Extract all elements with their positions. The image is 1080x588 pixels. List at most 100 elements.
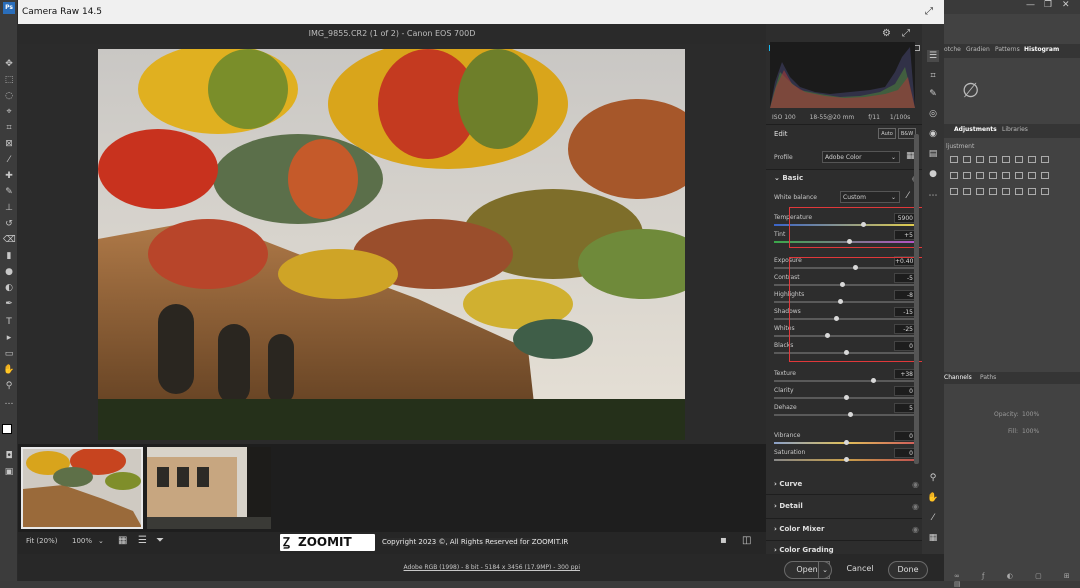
profile-select[interactable]: Adobe Color ⌄ (822, 151, 900, 163)
adjustment-layer-icon[interactable] (989, 156, 997, 163)
masking-icon[interactable]: ◎ (927, 108, 939, 120)
tab-gradients[interactable]: Gradien (966, 44, 990, 56)
blur-tool-icon[interactable]: ● (3, 266, 15, 278)
zoom-percent-select[interactable]: 100% (72, 537, 92, 545)
hand-icon[interactable]: ✋ (927, 492, 939, 504)
slider-handle[interactable] (871, 378, 877, 383)
curve-section-header[interactable]: › Curve (774, 480, 802, 488)
adjustment-layer-icon[interactable] (1028, 172, 1036, 179)
auto-button[interactable]: Auto (878, 128, 896, 139)
adjustment-layer-icon[interactable] (963, 172, 971, 179)
crop-tool-icon[interactable]: ⌗ (3, 122, 15, 134)
color-sampler-icon[interactable]: ⁄ (927, 512, 939, 524)
slider-handle[interactable] (844, 457, 849, 462)
snapshots-icon[interactable]: ▤ (927, 148, 939, 160)
healing-icon[interactable]: ✎ (927, 88, 939, 100)
basic-section-header[interactable]: ⌄ Basic (774, 174, 803, 182)
preview-area[interactable] (18, 44, 766, 444)
adjustment-layer-icon[interactable] (976, 188, 984, 195)
slider-track[interactable] (774, 380, 918, 382)
done-button[interactable]: Done (888, 561, 928, 579)
tab-channels[interactable]: Channels (944, 372, 972, 384)
adjustment-layer-icon[interactable] (1028, 188, 1036, 195)
close-icon[interactable]: ✕ (1062, 0, 1070, 10)
adjustment-layer-icon[interactable] (976, 156, 984, 163)
marquee-tool-icon[interactable]: ⬚ (3, 74, 15, 86)
filmstrip-icon[interactable]: ▦ (118, 535, 127, 546)
slider-value-field[interactable]: +38 (894, 369, 916, 379)
type-tool-icon[interactable]: T (3, 316, 15, 328)
slider-handle[interactable] (844, 395, 849, 400)
adjustment-layer-icon[interactable] (989, 188, 997, 195)
quick-select-icon[interactable]: ⌖ (3, 106, 15, 118)
layer-footer-icons[interactable]: ∞ ƒ ◐ ▢ ⊞ ▤ (944, 572, 1080, 588)
detail-section-header[interactable]: › Detail (774, 502, 803, 510)
adjustment-layer-icon[interactable] (1002, 188, 1010, 195)
slider-value-field[interactable]: 0 (894, 448, 916, 458)
brush-tool-icon[interactable]: ✎ (3, 186, 15, 198)
dodge-tool-icon[interactable]: ◐ (3, 282, 15, 294)
adjustment-layer-icon[interactable] (963, 188, 971, 195)
fullscreen-icon[interactable]: ⤢ (902, 28, 910, 39)
tab-patterns[interactable]: Patterns (995, 44, 1020, 56)
slider-handle[interactable] (844, 440, 849, 445)
more-tools-icon[interactable]: … (3, 396, 15, 408)
zoom-icon[interactable]: ⚲ (927, 472, 939, 484)
white-balance-select[interactable]: Custom ⌄ (840, 191, 900, 203)
screen-mode-icon[interactable]: ▣ (3, 466, 15, 478)
adjustment-layer-icon[interactable] (950, 156, 958, 163)
eyedropper-tool-icon[interactable]: ⁄ (3, 154, 15, 166)
slider-handle[interactable] (848, 412, 854, 417)
adjustment-layer-icon[interactable] (950, 172, 958, 179)
shape-tool-icon[interactable]: ▭ (3, 348, 15, 360)
adjustment-layer-icon[interactable] (1041, 188, 1049, 195)
fill-value[interactable]: 100% (1022, 428, 1039, 435)
adjustment-layer-icon[interactable] (1041, 172, 1049, 179)
foreground-color-swatch[interactable] (2, 424, 12, 434)
slider-track[interactable] (774, 414, 918, 416)
opacity-value[interactable]: 100% (1022, 411, 1039, 418)
split-view-icon[interactable]: ◫ (742, 535, 751, 546)
tab-swatches[interactable]: otche (944, 44, 961, 56)
path-select-icon[interactable]: ▸ (3, 332, 15, 344)
minimize-icon[interactable]: — (1026, 0, 1035, 10)
visibility-eye-icon[interactable]: ◉ (912, 525, 919, 534)
panel-scrollbar[interactable] (914, 134, 919, 464)
history-brush-icon[interactable]: ↺ (3, 218, 15, 230)
color-mixer-section-header[interactable]: › Color Mixer (774, 525, 824, 533)
adjustment-layer-icon[interactable] (1002, 156, 1010, 163)
adjustment-layer-icon[interactable] (950, 188, 958, 195)
stamp-tool-icon[interactable]: ⊥ (3, 202, 15, 214)
adjustment-layer-icon[interactable] (1041, 156, 1049, 163)
maximize-icon[interactable]: ⤢ (914, 0, 944, 24)
hand-tool-icon[interactable]: ✋ (3, 364, 15, 376)
edit-sliders-icon[interactable]: ☰ (927, 50, 939, 62)
adjustment-layer-icon[interactable] (963, 156, 971, 163)
quick-mask-icon[interactable]: ◘ (3, 450, 15, 462)
visibility-eye-icon[interactable]: ◉ (912, 480, 919, 489)
color-grading-section-header[interactable]: › Color Grading (774, 546, 834, 554)
adjustment-layer-icon[interactable] (1015, 156, 1023, 163)
frame-tool-icon[interactable]: ⊠ (3, 138, 15, 150)
healing-tool-icon[interactable]: ✚ (3, 170, 15, 182)
pen-tool-icon[interactable]: ✒ (3, 298, 15, 310)
filter-icon[interactable]: ⏷ (156, 535, 164, 546)
cancel-button[interactable]: Cancel (840, 561, 880, 579)
adjustment-layer-icon[interactable] (1002, 172, 1010, 179)
zoom-tool-icon[interactable]: ⚲ (3, 380, 15, 392)
tab-libraries[interactable]: Libraries (1002, 124, 1028, 136)
tab-histogram[interactable]: Histogram (1024, 44, 1059, 56)
wb-eyedropper-icon[interactable]: ⁄ (907, 191, 909, 201)
zoom-dropdown-icon[interactable]: ⌄ (98, 537, 104, 545)
before-after-icon[interactable]: ▪ (720, 535, 727, 546)
adjustment-layer-icon[interactable] (976, 172, 984, 179)
restore-icon[interactable]: ❐ (1044, 0, 1052, 10)
thumbnail-2[interactable] (147, 447, 271, 529)
gradient-tool-icon[interactable]: ▮ (3, 250, 15, 262)
tab-adjustments[interactable]: Adjustments (954, 124, 997, 136)
red-eye-icon[interactable]: ◉ (927, 128, 939, 140)
fit-zoom-select[interactable]: Fit (20%) (26, 537, 57, 545)
lasso-tool-icon[interactable]: ◌ (3, 90, 15, 102)
eraser-tool-icon[interactable]: ⌫ (3, 234, 16, 246)
adjustment-layer-icon[interactable] (1015, 188, 1023, 195)
